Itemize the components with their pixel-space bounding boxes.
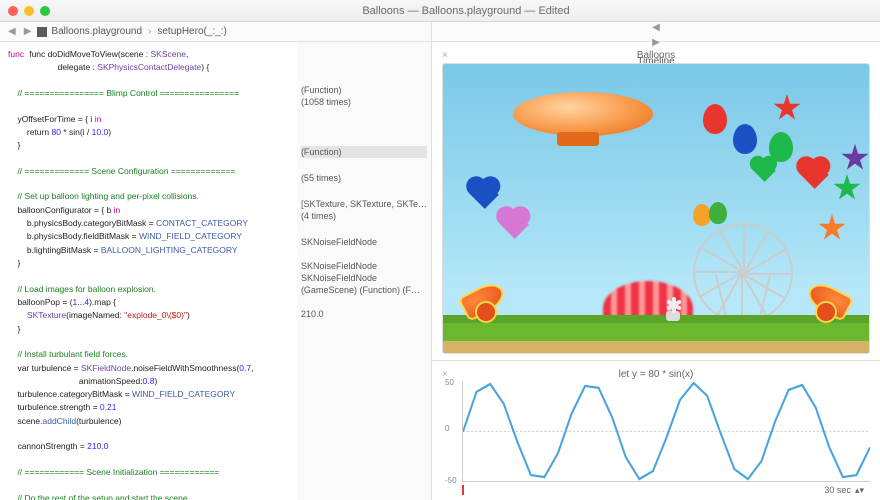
ytick: -50: [445, 476, 457, 485]
breadcrumb-file[interactable]: Balloons.playground: [51, 26, 142, 37]
heart-balloon: [499, 209, 529, 239]
file-icon: [37, 27, 47, 37]
chevron-right-icon: ›: [146, 26, 153, 37]
ytick: 0: [445, 424, 449, 433]
preview-title: Balloons: [637, 50, 675, 61]
nav-back-icon[interactable]: ◀: [6, 26, 18, 37]
game-scene[interactable]: [442, 63, 870, 354]
content-area: func func doDidMoveToView(scene : SKScen…: [0, 42, 880, 500]
path-bar: ◀ ▶ Balloons.playground › setupHero(_:_:…: [0, 22, 880, 42]
ytick: 50: [445, 378, 454, 387]
star-balloon: [833, 174, 861, 202]
breadcrumb-symbol[interactable]: setupHero(_:_:): [157, 26, 226, 37]
result-row[interactable]: (Function): [301, 84, 427, 96]
preview-header: × Balloons: [442, 48, 870, 63]
window-title: Balloons — Balloons.playground — Edited: [60, 5, 872, 17]
graph-header: × let y = 80 * sin(x): [442, 367, 870, 382]
balloon: [733, 124, 757, 154]
result-row[interactable]: SKNoiseFieldNode: [301, 236, 427, 248]
sine-plot: [463, 382, 870, 481]
balloon: [703, 104, 727, 134]
results-sidebar: (Function) (1058 times) (Function) (55 t…: [297, 42, 431, 500]
zoom-icon[interactable]: [40, 6, 50, 16]
close-icon[interactable]: ×: [442, 50, 448, 61]
editor-pane: func func doDidMoveToView(scene : SKScen…: [0, 42, 432, 500]
stepper-icon[interactable]: ▴▾: [855, 485, 864, 496]
heart-balloon: [469, 179, 499, 209]
timeline-bar[interactable]: 30 sec ▴▾: [442, 482, 870, 498]
window-titlebar: Balloons — Balloons.playground — Edited: [0, 0, 880, 22]
graph-area[interactable]: 50 0 -50: [462, 382, 870, 482]
live-preview: × Balloons: [432, 42, 880, 360]
result-row[interactable]: (1058 times): [301, 96, 427, 108]
heart-balloon: [799, 159, 829, 189]
code-editor[interactable]: func func doDidMoveToView(scene : SKScen…: [0, 42, 297, 500]
result-row[interactable]: SKNoiseFieldNode: [301, 272, 427, 284]
heart-balloon: [752, 158, 776, 182]
nav-fwd-icon[interactable]: ▶: [22, 26, 34, 37]
result-row[interactable]: 210.0: [301, 308, 427, 320]
nav-back-icon[interactable]: ◀: [650, 22, 662, 33]
close-icon[interactable]: [8, 6, 18, 16]
balloon: [709, 202, 727, 224]
result-row[interactable]: (55 times): [301, 172, 427, 184]
traffic-lights: [8, 6, 50, 16]
result-row[interactable]: (GameScene) (Function) (F…: [301, 284, 427, 296]
playhead-icon[interactable]: [462, 485, 464, 495]
assistant-pane: × Balloons: [432, 42, 880, 500]
cannon-right: [797, 283, 851, 323]
star-balloon: [773, 94, 801, 122]
star-balloon: [818, 214, 846, 242]
timeline-duration: 30 sec: [824, 485, 851, 495]
graph-title: let y = 80 * sin(x): [619, 369, 694, 380]
star-balloon: [841, 144, 869, 172]
graph-panel: × let y = 80 * sin(x) 50 0 -50 30 sec ▴▾: [432, 360, 880, 500]
result-row[interactable]: (4 times): [301, 210, 427, 222]
minimize-icon[interactable]: [24, 6, 34, 16]
result-row[interactable]: (Function): [301, 146, 427, 158]
result-row[interactable]: [SKTexture, SKTexture, SKTe…: [301, 198, 427, 210]
cannon-left: [461, 283, 515, 323]
blimp: [513, 92, 653, 136]
result-row[interactable]: SKNoiseFieldNode: [301, 260, 427, 272]
ferris-wheel: [693, 223, 793, 323]
fan: [658, 291, 688, 321]
